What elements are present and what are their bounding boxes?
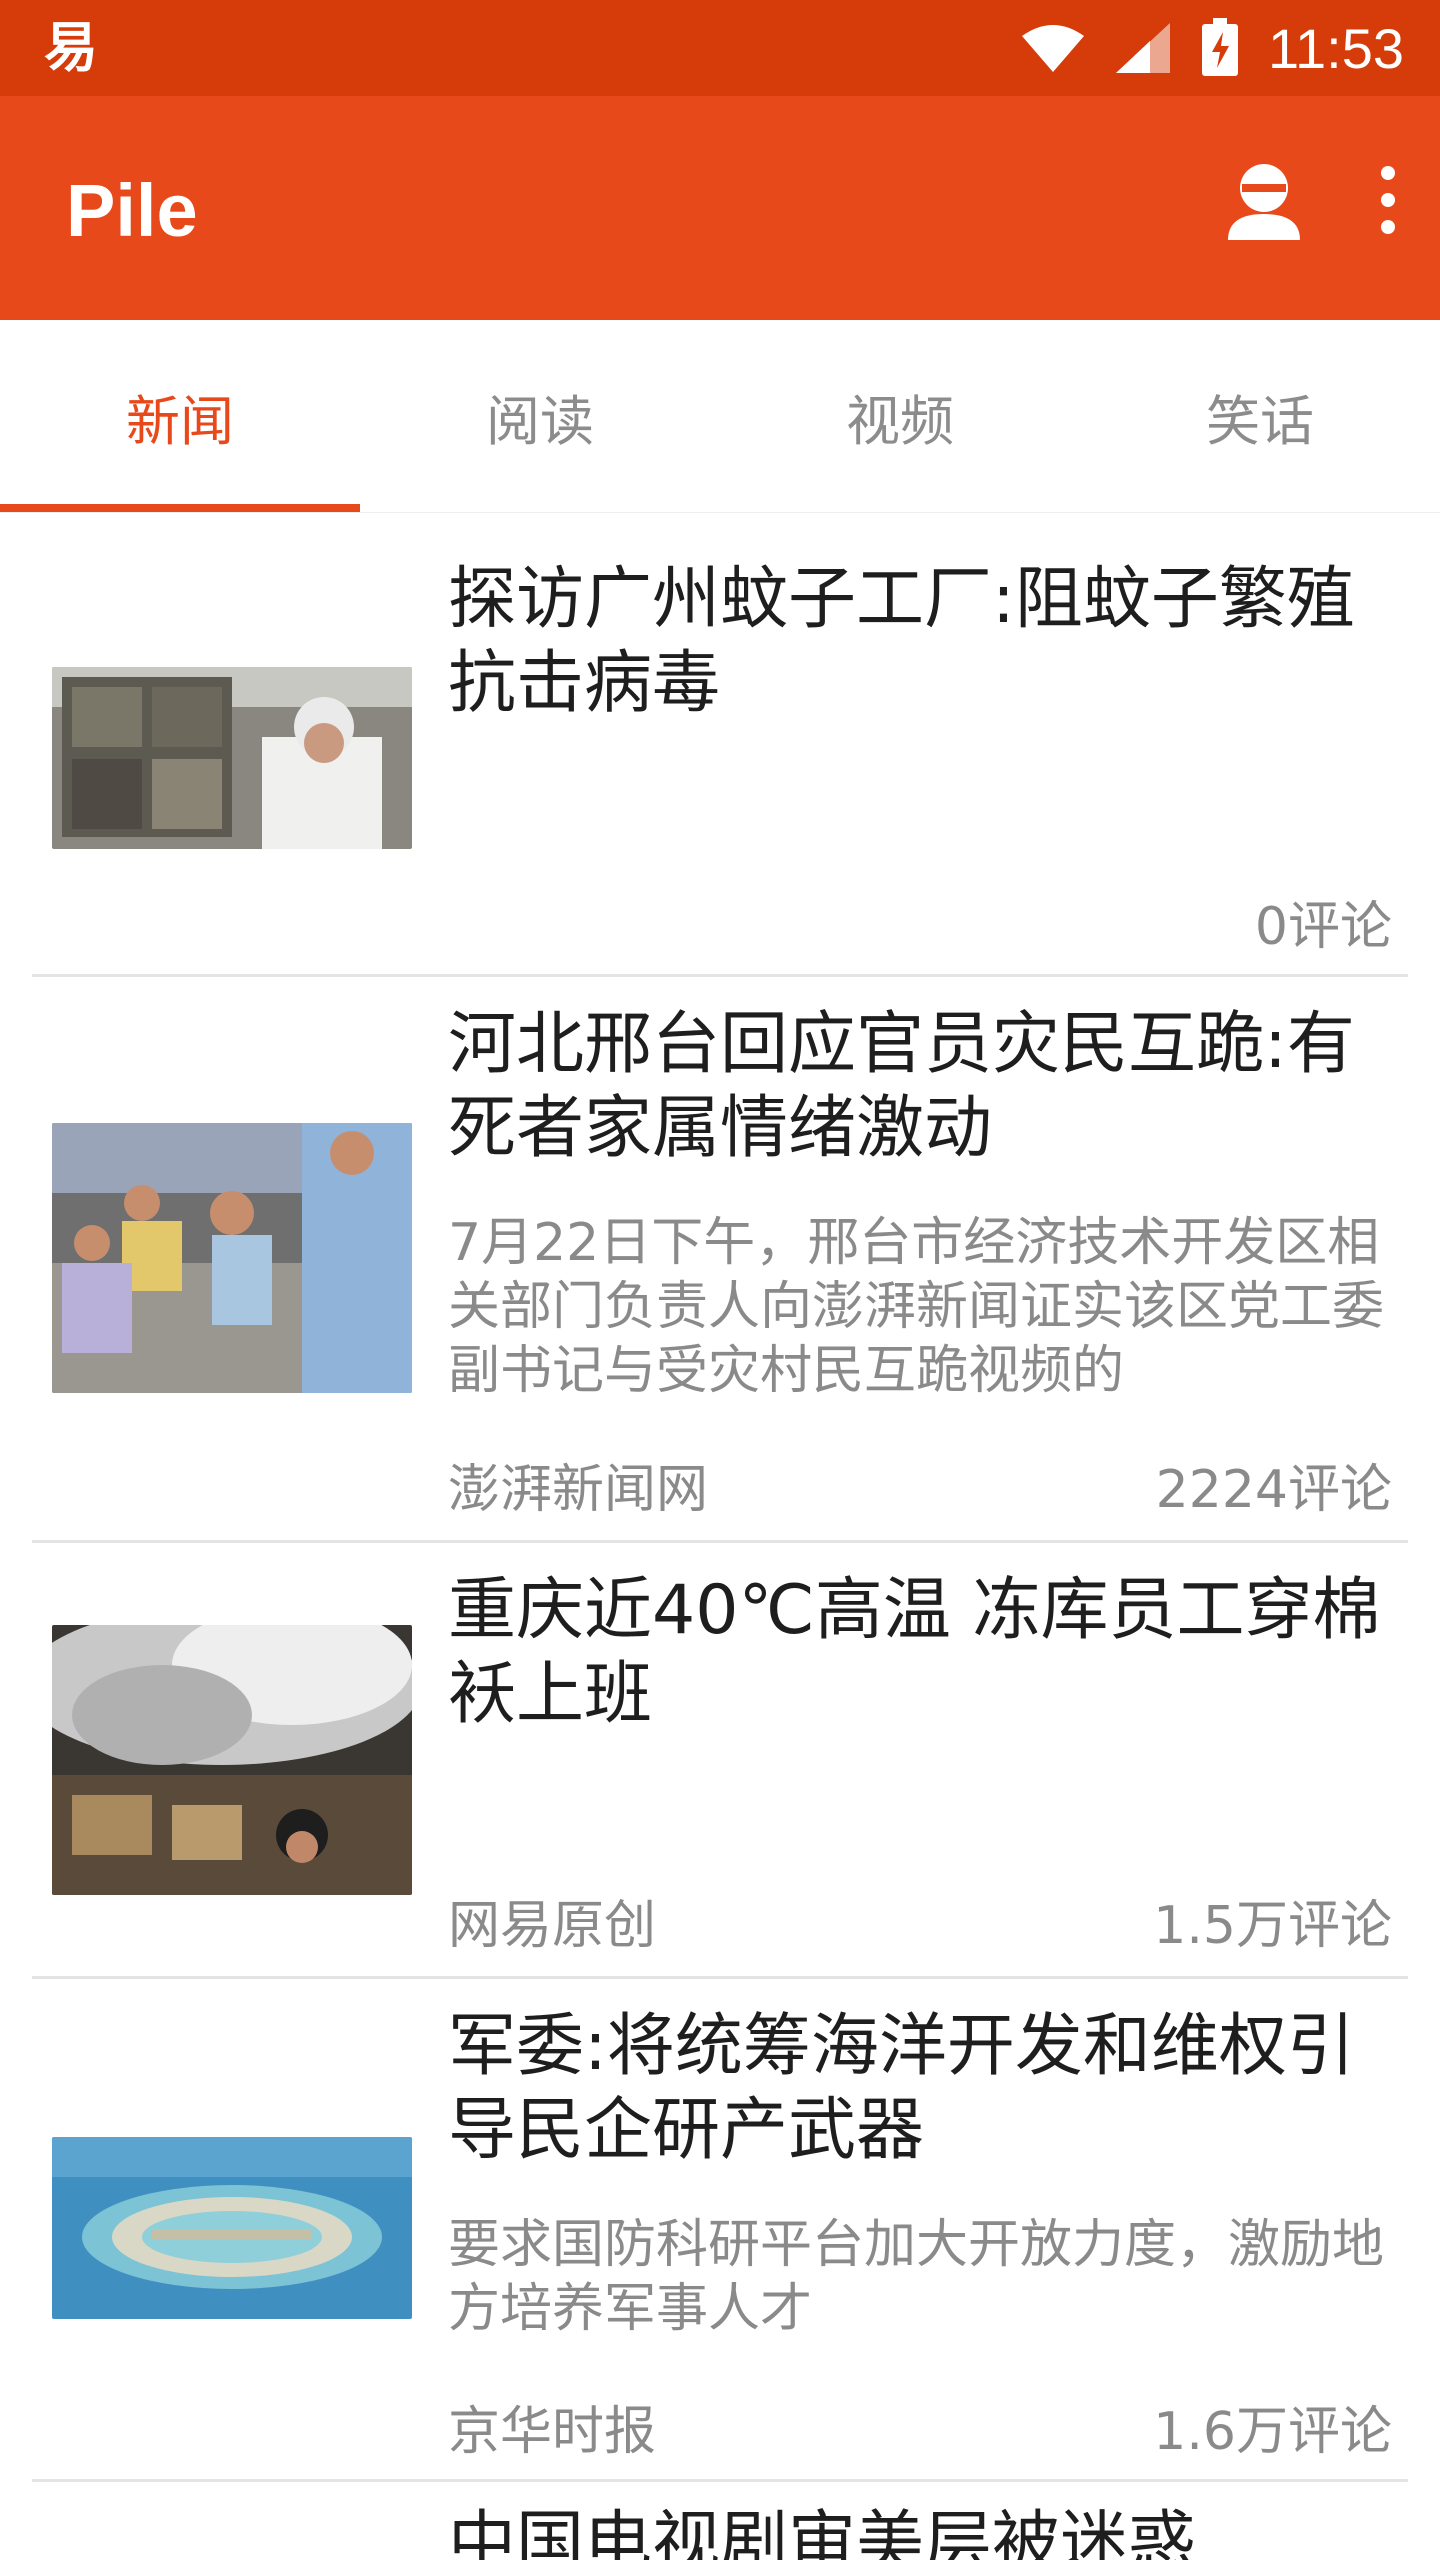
article-thumbnail bbox=[52, 667, 412, 849]
news-card[interactable]: 河北邢台回应官员灾民互跪:有死者家属情绪激动 7月22日下午，邢台市经济技术开发… bbox=[32, 977, 1408, 1543]
tab-news[interactable]: 新闻 bbox=[0, 320, 360, 512]
article-title: 探访广州蚊子工厂:阻蚊子繁殖抗击病毒 bbox=[448, 560, 1355, 723]
profile-icon[interactable] bbox=[1222, 158, 1306, 242]
tab-video[interactable]: 视频 bbox=[720, 320, 1080, 512]
clock-time: 11:53 bbox=[1268, 16, 1404, 80]
news-card[interactable]: 中国电视剧审美层被迷惑 bbox=[32, 2482, 1408, 2560]
news-card[interactable]: 探访广州蚊子工厂:阻蚊子繁殖抗击病毒 0评论 bbox=[32, 512, 1408, 977]
article-source: 京华时报 bbox=[448, 2402, 657, 2462]
tab-jokes[interactable]: 笑话 bbox=[1080, 320, 1440, 512]
tab-reading[interactable]: 阅读 bbox=[360, 320, 720, 512]
article-summary: 要求国防科研平台加大开放力度，激励地方培养军事人才 bbox=[448, 2215, 1385, 2339]
netease-notification-icon: 易 bbox=[44, 16, 98, 79]
comment-count: 1.5万评论 bbox=[1153, 1896, 1392, 1956]
comment-count: 0评论 bbox=[1254, 897, 1392, 957]
news-feed: 探访广州蚊子工厂:阻蚊子繁殖抗击病毒 0评论 河北邢台回应官员灾民互跪:有死者家… bbox=[0, 512, 1440, 2560]
article-summary: 7月22日下午，邢台市经济技术开发区相关部门负责人向澎湃新闻证实该区党工委副书记… bbox=[448, 1213, 1385, 1401]
category-tabs: 新闻 阅读 视频 笑话 bbox=[0, 320, 1440, 513]
article-thumbnail bbox=[52, 1625, 412, 1895]
status-indicators: 11:53 bbox=[1020, 0, 1404, 96]
app-bar-actions bbox=[1222, 158, 1400, 242]
article-title: 重庆近40℃高温 冻库员工穿棉袄上班 bbox=[448, 1571, 1381, 1734]
article-thumbnail bbox=[52, 2137, 412, 2319]
signal-icon bbox=[1116, 23, 1171, 73]
app-bar: Pile bbox=[0, 96, 1440, 320]
status-bar: 易 11:53 bbox=[0, 0, 1440, 96]
article-title: 中国电视剧审美层被迷惑 bbox=[448, 2504, 1197, 2560]
news-card[interactable]: 军委:将统筹海洋开发和维权引导民企研产武器 要求国防科研平台加大开放力度，激励地… bbox=[32, 1979, 1408, 2482]
article-title: 军委:将统筹海洋开发和维权引导民企研产武器 bbox=[448, 2007, 1355, 2170]
overflow-menu-icon[interactable] bbox=[1376, 165, 1400, 235]
comment-count: 2224评论 bbox=[1155, 1460, 1392, 1520]
comment-count: 1.6万评论 bbox=[1153, 2402, 1392, 2462]
article-thumbnail bbox=[52, 1123, 412, 1393]
article-title: 河北邢台回应官员灾民互跪:有死者家属情绪激动 bbox=[448, 1005, 1355, 1168]
news-card[interactable]: 重庆近40℃高温 冻库员工穿棉袄上班 网易原创 1.5万评论 bbox=[32, 1543, 1408, 1979]
article-source: 网易原创 bbox=[448, 1896, 657, 1956]
wifi-icon bbox=[1022, 25, 1085, 72]
battery-charging-icon bbox=[1202, 18, 1239, 76]
article-source: 澎湃新闻网 bbox=[448, 1460, 709, 1520]
app-title: Pile bbox=[66, 169, 198, 252]
